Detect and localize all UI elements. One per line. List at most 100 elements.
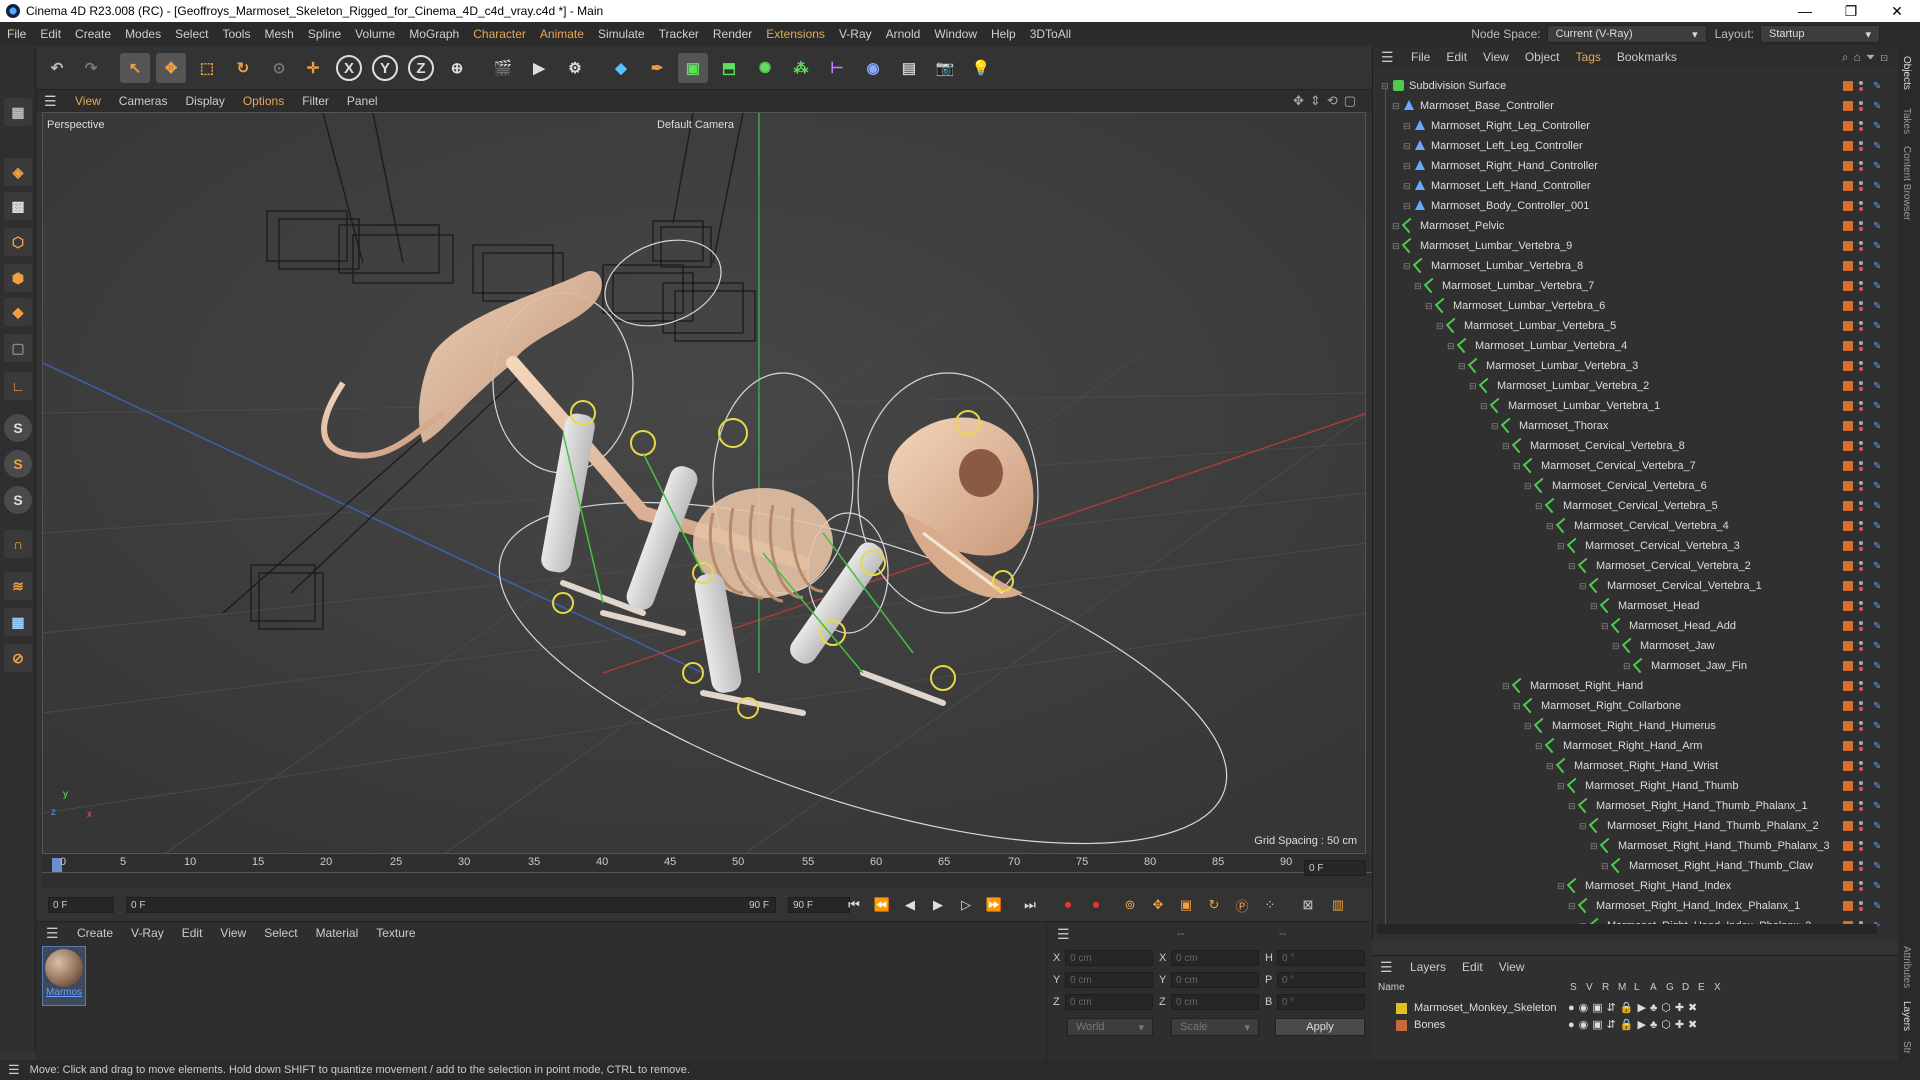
layout-dropdown[interactable]: Startup ▾ [1760,25,1880,43]
object-row[interactable]: ⊟ Marmoset_Cervical_Vertebra_5 ✎ [1373,496,1899,516]
object-row[interactable]: ⊟ Marmoset_Head ✎ [1373,596,1899,616]
object-tag-icon[interactable]: ✎ [1873,801,1883,812]
menu-tracker[interactable]: Tracker [652,27,706,41]
render-visibility-dot[interactable] [1859,567,1863,571]
expand-toggle-icon[interactable]: ⊟ [1480,401,1488,412]
menu-edit[interactable]: Edit [33,27,68,41]
object-tag-icon[interactable]: ✎ [1873,341,1883,352]
position-x-field[interactable]: 0 cm [1065,950,1153,966]
editor-visibility-dot[interactable] [1859,321,1863,325]
layer-color-swatch[interactable] [1843,341,1853,351]
object-row[interactable]: ⊟ Marmoset_Cervical_Vertebra_1 ✎ [1373,576,1899,596]
object-tag-icon[interactable]: ✎ [1873,821,1883,832]
layer-color-swatch[interactable] [1396,1020,1407,1031]
hamburger-icon[interactable]: ☰ [8,1062,20,1078]
editor-visibility-dot[interactable] [1859,861,1863,865]
expand-toggle-icon[interactable]: ⊟ [1491,421,1499,432]
object-row[interactable]: ⊟ Marmoset_Cervical_Vertebra_4 ✎ [1373,516,1899,536]
object-tag-icon[interactable]: ✎ [1873,401,1883,412]
coord-scale-dropdown[interactable]: Scale ▾ [1171,1018,1259,1036]
expand-toggle-icon[interactable]: ⊟ [1513,701,1521,712]
uv-mode-icon[interactable]: ▢ [4,334,32,362]
layer-row[interactable]: Marmoset_Monkey_Skeleton ●◉▣⇵🔒▶♣⬡✚✖ [1372,1000,1898,1017]
object-tag-icon[interactable]: ✎ [1873,181,1883,192]
om-toolbar-icons[interactable]: ⌕⌂⏷⊡ [1842,50,1893,65]
editor-visibility-dot[interactable] [1859,241,1863,245]
render-visibility-dot[interactable] [1859,747,1863,751]
scale-tool-icon[interactable]: ⬚ [192,53,222,83]
menu-create[interactable]: Create [68,27,118,41]
menu-arnold[interactable]: Arnold [879,27,928,41]
layer-color-swatch[interactable] [1843,861,1853,871]
rotate-tool-icon[interactable]: ↻ [228,53,258,83]
layer-color-swatch[interactable] [1843,441,1853,451]
render-visibility-dot[interactable] [1859,667,1863,671]
object-tag-icon[interactable]: ✎ [1873,861,1883,872]
layer-color-swatch[interactable] [1843,661,1853,671]
menu-render[interactable]: Render [706,27,759,41]
editor-visibility-dot[interactable] [1859,281,1863,285]
expand-toggle-icon[interactable]: ⊟ [1403,141,1411,152]
menu-3dtoall[interactable]: 3DToAll [1023,27,1078,41]
object-row[interactable]: ⊟ Marmoset_Right_Hand_Wrist ✎ [1373,756,1899,776]
end-frame-field[interactable]: 90 F [788,897,850,913]
editor-visibility-dot[interactable] [1859,521,1863,525]
render-visibility-dot[interactable] [1859,887,1863,891]
deformer-icon[interactable]: ⊢ [822,53,852,83]
object-tag-icon[interactable]: ✎ [1873,161,1883,172]
layer-color-swatch[interactable] [1843,381,1853,391]
position-key-icon[interactable]: ✥ [1148,895,1168,915]
viewport-menu-filter[interactable]: Filter [293,94,338,108]
viewport-menu-cameras[interactable]: Cameras [110,94,177,108]
object-row[interactable]: ⊟ Marmoset_Thorax ✎ [1373,416,1899,436]
hamburger-icon[interactable]: ☰ [44,93,66,110]
axis-mode-icon[interactable]: ∟ [4,372,32,400]
material-menu-texture[interactable]: Texture [367,926,424,940]
layer-color-swatch[interactable] [1396,1003,1407,1014]
render-visibility-dot[interactable] [1859,607,1863,611]
object-tag-icon[interactable]: ✎ [1873,561,1883,572]
layer-color-swatch[interactable] [1843,781,1853,791]
object-tag-icon[interactable]: ✎ [1873,221,1883,232]
coord-system-dropdown[interactable]: World ▾ [1067,1018,1153,1036]
layer-color-swatch[interactable] [1843,261,1853,271]
expand-toggle-icon[interactable]: ⊟ [1579,821,1587,832]
layer-color-swatch[interactable] [1843,121,1853,131]
scale-z-field[interactable]: 0 cm [1171,994,1259,1010]
points-mode-icon[interactable]: ⬡ [4,228,32,256]
perspective-viewport[interactable]: Perspective Default Camera Grid Spacing … [42,112,1366,854]
object-tag-icon[interactable]: ✎ [1873,641,1883,652]
layer-menu-edit[interactable]: Edit [1454,960,1491,974]
layer-color-swatch[interactable] [1843,141,1853,151]
render-visibility-dot[interactable] [1859,827,1863,831]
editor-visibility-dot[interactable] [1859,461,1863,465]
layer-color-swatch[interactable] [1843,361,1853,371]
editor-visibility-dot[interactable] [1859,481,1863,485]
editor-visibility-dot[interactable] [1859,841,1863,845]
menu-vray[interactable]: V-Ray [832,27,879,41]
scheme-icon[interactable]: ▥ [1328,895,1348,915]
object-tag-icon[interactable]: ✎ [1873,201,1883,212]
x-axis-lock-icon[interactable]: X [336,55,362,81]
om-menu-view[interactable]: View [1475,50,1517,64]
world-coordinate-icon[interactable]: ⊕ [442,53,472,83]
layer-color-swatch[interactable] [1843,281,1853,291]
render-visibility-dot[interactable] [1859,847,1863,851]
om-menu-object[interactable]: Object [1517,50,1568,64]
expand-toggle-icon[interactable]: ⊟ [1557,541,1565,552]
render-visibility-dot[interactable] [1859,167,1863,171]
object-row[interactable]: ⊟ Marmoset_Left_Hand_Controller ✎ [1373,176,1899,196]
object-tag-icon[interactable]: ✎ [1873,241,1883,252]
expand-toggle-icon[interactable]: ⊟ [1546,521,1554,532]
start-frame-field[interactable]: 0 F [48,897,114,913]
expand-toggle-icon[interactable]: ⊟ [1414,281,1422,292]
object-tag-icon[interactable]: ✎ [1873,321,1883,332]
expand-toggle-icon[interactable]: ⊟ [1469,381,1477,392]
expand-toggle-icon[interactable]: ⊟ [1436,321,1444,332]
object-row[interactable]: ⊟ Marmoset_Right_Hand_Index ✎ [1373,876,1899,896]
object-tag-icon[interactable]: ✎ [1873,421,1883,432]
menu-animate[interactable]: Animate [533,27,591,41]
render-visibility-dot[interactable] [1859,267,1863,271]
layer-color-swatch[interactable] [1843,581,1853,591]
expand-toggle-icon[interactable]: ⊟ [1524,481,1532,492]
